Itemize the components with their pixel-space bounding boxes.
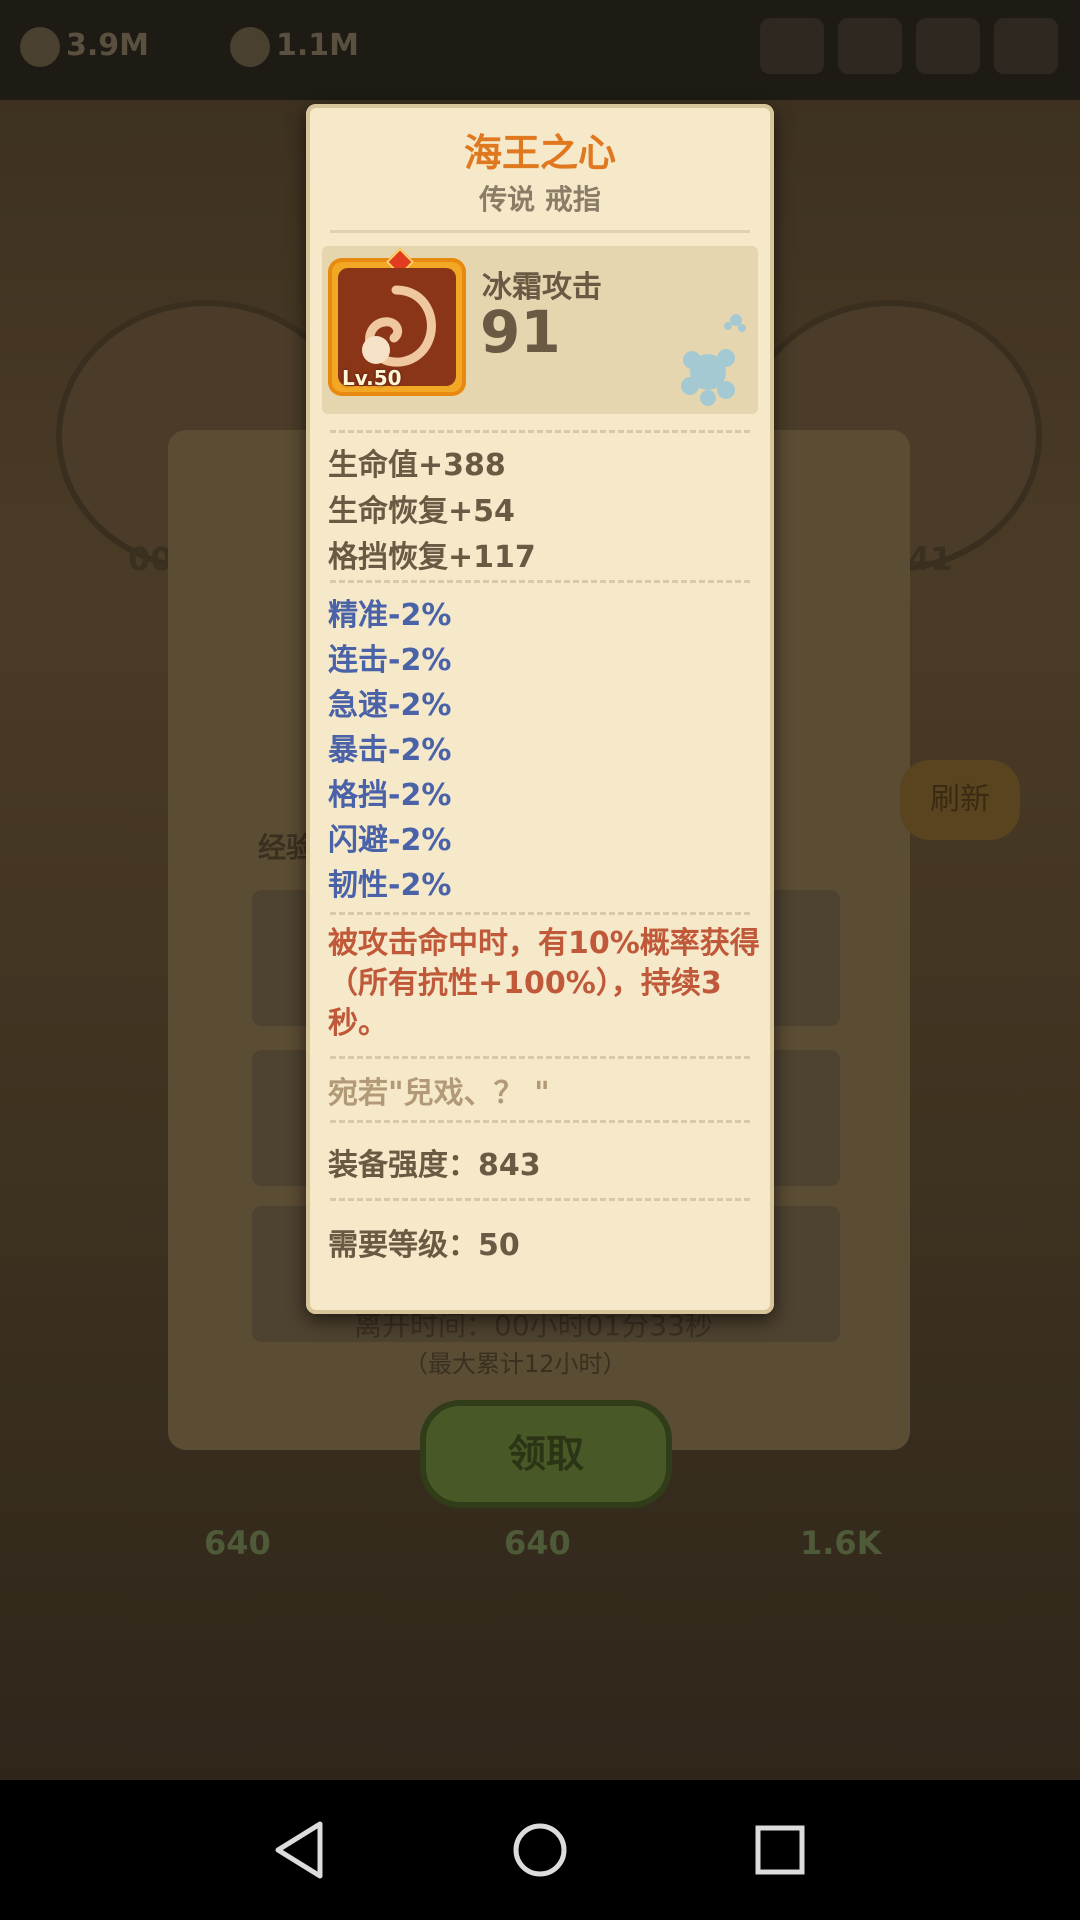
negative-stat-line: 暴击-2%	[328, 733, 452, 768]
negative-stat-line: 急速-2%	[328, 688, 452, 723]
refresh-button[interactable]: 刷新	[900, 760, 1020, 840]
divider	[330, 912, 750, 915]
home-circle-icon[interactable]	[508, 1818, 572, 1882]
leaf-icon	[230, 26, 270, 67]
bg-reward-amount: 640	[504, 1524, 571, 1562]
claim-button[interactable]: 领取	[420, 1400, 672, 1508]
divider	[330, 1198, 750, 1201]
system-navigation-bar	[0, 1780, 1080, 1920]
divider	[330, 430, 750, 433]
claim-button-label: 领取	[507, 1432, 584, 1476]
bg-reward-amount: 640	[204, 1524, 271, 1562]
back-triangle-icon[interactable]	[268, 1818, 332, 1882]
negative-stat-line: 格挡-2%	[328, 778, 452, 813]
settings-button[interactable]	[994, 18, 1058, 74]
divider	[330, 580, 750, 583]
bg-reward-amount: 1.6K	[800, 1524, 882, 1562]
negative-stat-line: 连击-2%	[328, 643, 452, 678]
top-resource-bar: 3.9M 1.1M	[0, 0, 1080, 100]
stat-line: 生命值+388	[328, 448, 506, 483]
divider	[330, 230, 750, 233]
stat-line: 格挡恢复+117	[328, 540, 536, 575]
mail-button[interactable]	[916, 18, 980, 74]
item-tooltip: 海王之心 传说 戒指 Lv.50 冰霜攻击 91 生命值+388 生命恢复+54…	[306, 104, 774, 1314]
offline-max-text: （最大累计12小时）	[404, 1350, 627, 1378]
divider	[330, 1120, 750, 1123]
coin-icon	[20, 26, 60, 67]
top-menu-button-2[interactable]	[838, 18, 902, 74]
negative-stat-line: 韧性-2%	[328, 868, 452, 903]
item-header: Lv.50 冰霜攻击 91	[322, 246, 758, 414]
attack-value: 91	[480, 298, 561, 366]
negative-stat-line: 精准-2%	[328, 598, 452, 633]
stat-line: 生命恢复+54	[328, 494, 515, 529]
swirl-graphic	[362, 285, 436, 367]
item-icon-frame[interactable]: Lv.50	[328, 247, 466, 396]
bg-side-number-left: 00	[128, 540, 173, 578]
snowflake-icon	[681, 314, 746, 406]
required-level: 需要等级：50	[328, 1228, 520, 1263]
resource-stat-1: 3.9M	[20, 22, 149, 70]
negative-stat-line: 闪避-2%	[328, 823, 452, 858]
effect-description: 被攻击命中时，有10%概率获得（所有抗性+100%），持续3秒。	[328, 926, 760, 1041]
item-level-badge: Lv.50	[342, 366, 402, 390]
equipment-power: 装备强度：843	[328, 1148, 541, 1183]
top-menu-button-1[interactable]	[760, 18, 824, 74]
divider	[330, 1056, 750, 1059]
item-rarity-type: 传说 戒指	[479, 183, 601, 216]
flavor-text: 宛若"兒戏、？ "	[328, 1076, 550, 1111]
bg-side-number-right: 41	[908, 540, 953, 578]
resource-stat-2: 1.1M	[230, 22, 359, 70]
recents-square-icon[interactable]	[748, 1818, 812, 1882]
item-name: 海王之心	[463, 131, 616, 175]
